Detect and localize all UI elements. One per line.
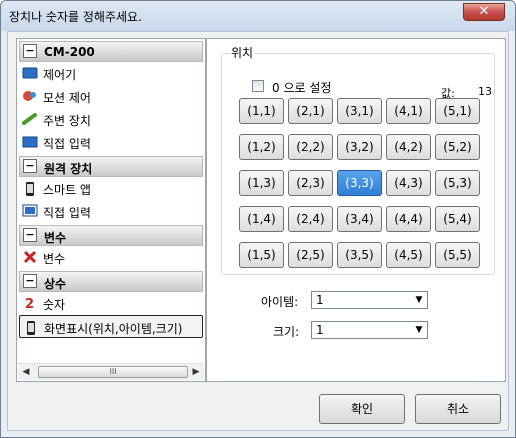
scroll-thumb[interactable]: III — [38, 366, 188, 378]
tree-item-label: 직접 입력 — [43, 206, 91, 220]
position-button[interactable]: (5,3) — [435, 170, 480, 196]
position-button[interactable]: (4,1) — [386, 98, 431, 124]
tree-item[interactable]: 제어기 — [19, 62, 203, 85]
peripheral-icon — [22, 112, 38, 126]
title-bar[interactable]: 장치나 숫자를 정해주세요. ✕ — [1, 1, 515, 31]
collapse-icon[interactable]: − — [23, 228, 37, 242]
chevron-down-icon[interactable]: ▼ — [411, 322, 427, 338]
scroll-right-icon[interactable]: ▶ — [191, 367, 201, 377]
position-button[interactable]: (1,5) — [239, 242, 284, 268]
tree-group[interactable]: − CM-200 — [19, 41, 203, 62]
tree-item-label: 제어기 — [43, 68, 77, 82]
position-button[interactable]: (3,2) — [337, 134, 382, 160]
motion-icon — [22, 89, 38, 103]
position-button[interactable]: (3,1) — [337, 98, 382, 124]
window-title: 장치나 숫자를 정해주세요. — [9, 10, 142, 24]
position-button[interactable]: (2,5) — [288, 242, 333, 268]
position-button[interactable]: (2,1) — [288, 98, 333, 124]
smartphone-icon — [22, 181, 38, 196]
position-button[interactable]: (4,4) — [386, 206, 431, 232]
tree-group-label: CM-200 — [44, 45, 95, 59]
position-button[interactable]: (5,1) — [435, 98, 480, 124]
screen-input-icon — [22, 204, 38, 218]
size-field-label: 크기: — [273, 325, 300, 339]
position-button[interactable]: (2,3) — [288, 170, 333, 196]
tree-item-label: 직접 입력 — [43, 137, 91, 151]
tree-item[interactable]: 2 숫자 — [19, 292, 203, 315]
position-button[interactable]: (5,5) — [435, 242, 480, 268]
position-button[interactable]: (4,2) — [386, 134, 431, 160]
position-groupbox: 0 으로 설정 값: 13 (1,1) (2,1) (3,1) (4,1) (5,1)(… — [221, 53, 495, 275]
position-group-title: 위치 — [229, 44, 256, 61]
tree-group-label: 원격 장치 — [44, 162, 93, 176]
tree-item-label: 변수 — [43, 252, 66, 266]
close-button[interactable]: ✕ — [463, 3, 505, 21]
monitor-icon — [22, 135, 38, 149]
chevron-down-icon[interactable]: ▼ — [411, 292, 427, 308]
item-dropdown[interactable]: 1 ▼ — [311, 291, 428, 309]
tree-group-label: 상수 — [44, 277, 67, 291]
item-field-label: 아이템: — [261, 295, 299, 309]
number-icon: 2 — [22, 296, 38, 312]
dialog-window: 장치나 숫자를 정해주세요. ✕ − CM-200 제어기 모션 제어 주변 장치 직접 … — [0, 0, 516, 438]
close-icon: ✕ — [478, 4, 490, 19]
variable-icon — [22, 250, 38, 264]
ok-button[interactable]: 확인 — [319, 394, 405, 424]
tree-item-label: 화면표시(위치,아이템,크기) — [44, 322, 183, 336]
svg-text:2: 2 — [25, 297, 34, 310]
position-button[interactable]: (4,5) — [386, 242, 431, 268]
tree-group[interactable]: − 변수 — [19, 225, 203, 246]
controller-icon — [22, 66, 38, 80]
position-button[interactable]: (1,3) — [239, 170, 284, 196]
position-button[interactable]: (4,3) — [386, 170, 431, 196]
zero-checkbox[interactable] — [252, 80, 264, 92]
smartphone-icon — [23, 320, 39, 335]
tree-item[interactable]: 직접 입력 — [19, 200, 203, 223]
position-button[interactable]: (3,5) — [337, 242, 382, 268]
position-button[interactable]: (5,4) — [435, 206, 480, 232]
tree-item-label: 주변 장치 — [43, 114, 91, 128]
settings-panel: 0 으로 설정 값: 13 (1,1) (2,1) (3,1) (4,1) (5,1)(… — [206, 38, 506, 382]
collapse-icon[interactable]: − — [23, 274, 37, 288]
position-button[interactable]: (5,2) — [435, 134, 480, 160]
position-button[interactable]: (3,3) — [337, 170, 382, 196]
tree-group-label: 변수 — [44, 231, 67, 245]
tree-group[interactable]: − 상수 — [19, 271, 203, 292]
collapse-icon[interactable]: − — [23, 44, 37, 58]
cancel-button[interactable]: 취소 — [415, 394, 501, 424]
tree-item[interactable]: 모션 제어 — [19, 85, 203, 108]
dialog-client: − CM-200 제어기 모션 제어 주변 장치 직접 입력 − 원격 장치 스마트 앱 직접 입… — [7, 31, 509, 431]
collapse-icon[interactable]: − — [23, 159, 37, 173]
tree-item-label: 모션 제어 — [43, 91, 91, 105]
device-tree: − CM-200 제어기 모션 제어 주변 장치 직접 입력 − 원격 장치 스마트 앱 직접 입… — [16, 38, 206, 382]
zero-checkbox-label[interactable]: 0 으로 설정 — [272, 79, 331, 96]
position-button[interactable]: (1,4) — [239, 206, 284, 232]
tree-item[interactable]: 스마트 앱 — [19, 177, 203, 200]
position-button[interactable]: (1,2) — [239, 134, 284, 160]
tree-item[interactable]: 화면표시(위치,아이템,크기) — [19, 315, 203, 338]
scroll-left-icon[interactable]: ◀ — [21, 367, 31, 377]
position-button[interactable]: (2,4) — [288, 206, 333, 232]
item-dropdown-value: 1 — [316, 293, 324, 307]
tree-item[interactable]: 변수 — [19, 246, 203, 269]
tree-item[interactable]: 주변 장치 — [19, 108, 203, 131]
tree-item-label: 숫자 — [43, 298, 66, 312]
position-button[interactable]: (2,2) — [288, 134, 333, 160]
tree-group[interactable]: − 원격 장치 — [19, 156, 203, 177]
tree-item-label: 스마트 앱 — [43, 183, 91, 197]
value-readout: 13 — [478, 85, 492, 98]
position-button[interactable]: (1,1) — [239, 98, 284, 124]
size-dropdown-value: 1 — [316, 323, 324, 337]
tree-item[interactable]: 직접 입력 — [19, 131, 203, 154]
position-button[interactable]: (3,4) — [337, 206, 382, 232]
size-dropdown[interactable]: 1 ▼ — [311, 321, 428, 339]
horizontal-scrollbar[interactable]: ◀ III ▶ — [18, 363, 204, 380]
